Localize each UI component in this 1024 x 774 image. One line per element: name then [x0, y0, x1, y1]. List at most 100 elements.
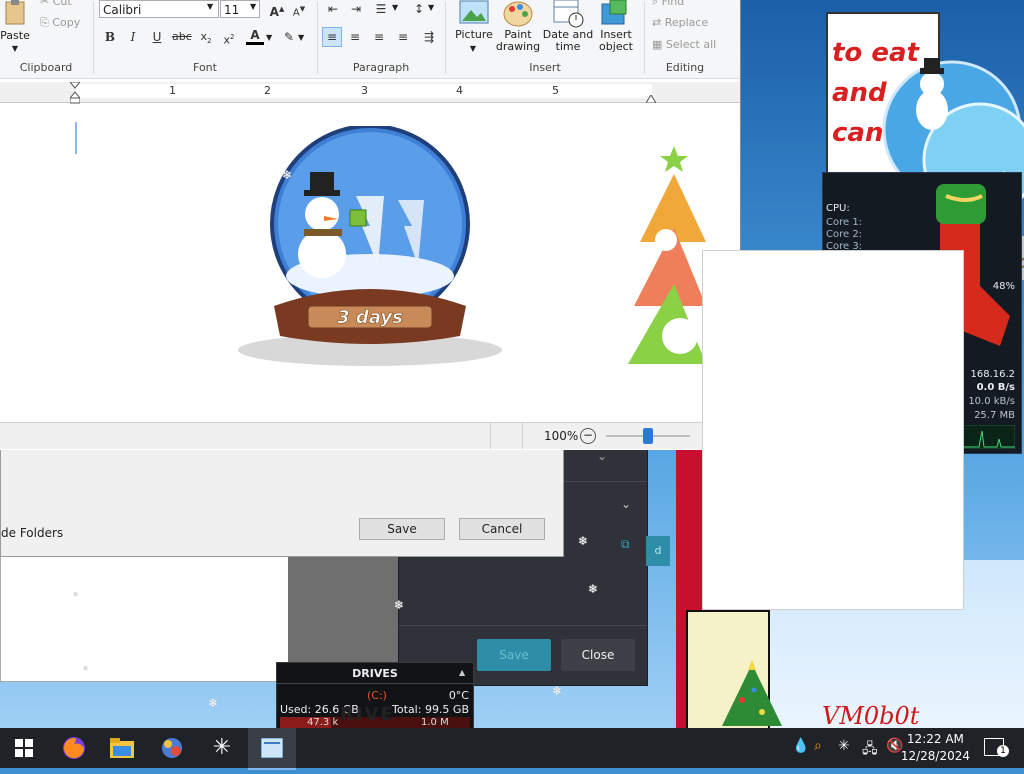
clock-time: 12:22 AM	[906, 732, 964, 746]
chevron-down-icon[interactable]: ▼	[392, 3, 398, 12]
align-right-icon[interactable]: ≡	[370, 28, 388, 46]
status-divider	[522, 423, 523, 449]
net-speed-2: 10.0 kB/s	[968, 396, 1015, 407]
dark-save-button[interactable]: Save	[477, 639, 551, 671]
italic-icon[interactable]: I	[124, 28, 142, 46]
memory-usage: 25.7 MB	[974, 410, 1015, 421]
decrease-indent-icon[interactable]: ⇤	[324, 0, 342, 18]
grow-font-icon[interactable]: A▲	[268, 0, 286, 19]
vmobot-text: VM0b0t	[822, 702, 920, 730]
water-drop-icon[interactable]: 💧	[792, 738, 809, 754]
picture-button[interactable]: Picture	[452, 29, 496, 41]
app-icon[interactable]	[148, 728, 196, 768]
text-color-icon[interactable]: A	[246, 28, 264, 45]
paragraph-icon[interactable]: ⇶	[420, 28, 438, 46]
start-button[interactable]	[0, 728, 48, 768]
underline-icon[interactable]: U	[148, 28, 166, 46]
drive-temperature: 0°C	[448, 689, 469, 702]
paint-palette-icon[interactable]	[502, 0, 534, 31]
insert-object-icon[interactable]	[600, 0, 630, 31]
document-area[interactable]: 3 days	[0, 104, 706, 422]
picture-icon[interactable]	[459, 0, 489, 27]
snowflake-tray-icon[interactable]: ✳	[838, 738, 850, 754]
snowflake-app-icon[interactable]: ✳	[198, 728, 246, 768]
wordpad-taskbar-icon[interactable]	[248, 728, 296, 770]
snow-globe-image: 3 days	[238, 126, 502, 366]
justify-icon[interactable]: ≡	[394, 28, 412, 46]
align-left-icon[interactable]: ≡	[322, 27, 342, 47]
christmas-tree-icon	[722, 660, 782, 726]
dark-close-button[interactable]: Close	[561, 639, 635, 671]
cut-label: Cut	[52, 0, 72, 8]
snowflake-icon: ❄	[588, 582, 599, 596]
core1-label: Core 1:	[826, 217, 863, 228]
clock[interactable]: 12:22 AM 12/28/2024	[901, 731, 970, 765]
insert-group-label: Insert	[529, 61, 561, 74]
paint-drawing-button[interactable]: Paint drawing	[494, 29, 542, 53]
select-all-label: Select all	[665, 38, 717, 51]
font-family-select[interactable]: Calibri	[99, 0, 219, 18]
ruler-number: 3	[361, 84, 368, 97]
globe-banner-text: 3 days	[337, 307, 403, 328]
chevron-down-icon[interactable]: ⌄	[597, 449, 607, 463]
bold-icon[interactable]: B	[101, 28, 119, 46]
network-graph	[963, 425, 1015, 449]
taskbar: ✳ 💧 ⌕ ✳ 🖧 🔇 12:22 AM 12/28/2024 1	[0, 728, 1024, 770]
align-center-icon[interactable]: ≡	[346, 28, 364, 46]
chevron-down-icon[interactable]: ▼	[466, 43, 480, 55]
ribbon: Paste ▼ ✂ Cut ⎘ Copy Clipboard Calibri ▼…	[0, 0, 740, 79]
cancel-button[interactable]: Cancel	[459, 518, 545, 540]
highlight-icon[interactable]: ✎	[280, 28, 298, 46]
status-divider	[490, 423, 491, 449]
shrink-font-icon[interactable]: A▼	[290, 0, 308, 18]
chevron-down-icon[interactable]: ⌄	[621, 497, 631, 511]
partial-button[interactable]: d	[646, 536, 670, 566]
notification-icon[interactable]: 1	[984, 738, 1009, 757]
file-explorer-icon[interactable]	[98, 728, 146, 768]
drive-letter: (C:)	[367, 689, 387, 702]
save-button[interactable]: Save	[359, 518, 445, 540]
line-spacing-icon[interactable]: ↕	[410, 0, 428, 18]
chevron-down-icon[interactable]: ▼	[250, 2, 256, 11]
date-time-button[interactable]: Date and time	[542, 29, 594, 53]
external-link-icon[interactable]: ⧉	[621, 537, 630, 552]
paste-icon[interactable]	[2, 0, 28, 28]
superscript-icon[interactable]: x2	[220, 28, 238, 47]
chevron-down-icon[interactable]: ▼	[266, 33, 272, 42]
editing-group-label: Editing	[665, 61, 705, 74]
zoom-out-icon[interactable]: −	[580, 428, 596, 444]
wordpad-window: Paste ▼ ✂ Cut ⎘ Copy Clipboard Calibri ▼…	[0, 0, 741, 450]
zoom-level: 100%	[544, 429, 579, 443]
firefox-icon[interactable]	[50, 728, 98, 768]
chevron-down-icon[interactable]: ▼	[8, 43, 22, 55]
cut-button[interactable]: ✂ Cut	[40, 0, 72, 8]
copy-button[interactable]: ⎘ Copy	[40, 16, 80, 30]
find-button[interactable]: ⌕ Find	[652, 0, 684, 9]
font-group-label: Font	[193, 61, 217, 74]
find-label: Find	[661, 0, 685, 8]
chevron-down-icon[interactable]: ▼	[428, 3, 434, 12]
replace-label: Replace	[664, 16, 709, 29]
folders-label[interactable]: de Folders	[1, 526, 63, 540]
chevron-down-icon[interactable]: ▼	[207, 2, 213, 11]
snowflake-icon: •	[82, 662, 90, 676]
zoom-slider-thumb[interactable]	[643, 428, 653, 444]
select-all-button[interactable]: ▦ Select all	[652, 38, 716, 51]
increase-indent-icon[interactable]: ⇥	[347, 0, 365, 18]
replace-button[interactable]: ⇄ Replace	[652, 16, 708, 29]
paste-button[interactable]: Paste	[0, 30, 30, 42]
search-icon[interactable]: ⌕	[814, 738, 822, 754]
network-icon[interactable]: 🖧	[862, 738, 878, 762]
snowflake-icon: ❄	[208, 696, 219, 710]
calendar-clock-icon[interactable]	[552, 0, 584, 31]
strikethrough-icon[interactable]: abc	[172, 28, 192, 46]
chevron-down-icon[interactable]: ▼	[298, 33, 304, 42]
collapse-icon[interactable]: ▲	[459, 668, 465, 677]
ruler-number: 1	[169, 84, 176, 97]
subscript-icon[interactable]: x2	[197, 28, 215, 46]
ruler-number: 4	[456, 84, 463, 97]
bullets-icon[interactable]: ☰	[372, 0, 390, 18]
indent-marker[interactable]	[68, 81, 82, 104]
core2-label: Core 2:	[826, 229, 863, 240]
insert-object-button[interactable]: Insert object	[594, 29, 638, 53]
